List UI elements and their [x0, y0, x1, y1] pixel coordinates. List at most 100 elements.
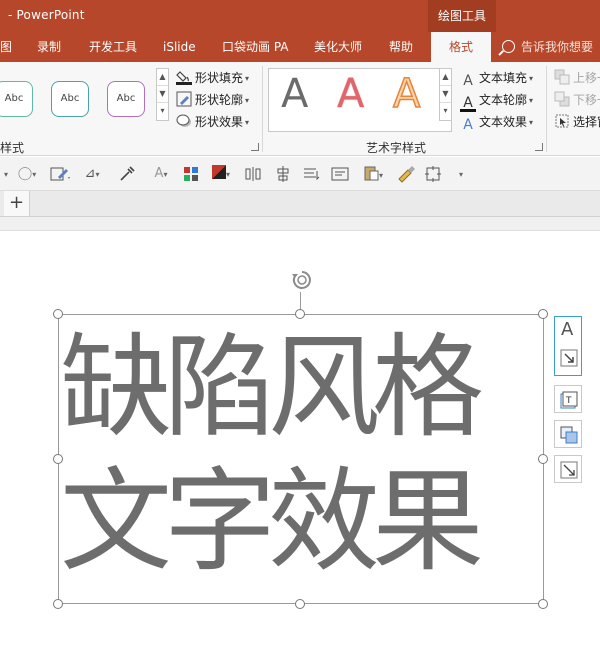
shape-outline-label: 形状轮廓	[195, 93, 244, 107]
tell-me-box[interactable]: 告诉我你想要	[502, 32, 593, 62]
slide-tab-strip: +	[0, 191, 600, 217]
wordart-more-arrow[interactable]: ▾	[440, 103, 451, 120]
shape-effects-icon	[176, 114, 191, 127]
merge-shapes-icon[interactable]: ◯▾	[12, 165, 42, 183]
align-center-icon[interactable]	[274, 165, 292, 183]
powerpoint-window: - PowerPoint 绘图工具 图 录制 开发工具 iSlide 口袋动画 …	[0, 0, 600, 656]
eyedropper-icon[interactable]	[118, 165, 136, 183]
toolbar-caret-icon[interactable]: ▾	[0, 165, 12, 183]
text-fill-button[interactable]: A 文本填充 ▾	[460, 68, 533, 89]
shape-style-thumb-1[interactable]: Abc	[0, 81, 33, 117]
shape-effects-button[interactable]: 形状效果 ▾	[176, 112, 249, 132]
customize-toolbar-icon[interactable]: ▾	[454, 165, 468, 183]
resize-handle-top-right[interactable]	[538, 309, 548, 319]
text-outline-label: 文本轮廓	[479, 93, 528, 107]
text-fill-label: 文本填充	[479, 71, 528, 85]
slide-text-line-2[interactable]: 文字效果	[60, 466, 540, 578]
resize-handle-left[interactable]	[53, 454, 63, 464]
bring-forward-button[interactable]: 上移一	[554, 68, 600, 88]
gallery-more-arrow[interactable]: ▾	[157, 103, 168, 120]
wordart-style-orange[interactable]: A	[392, 70, 421, 118]
resize-handle-top[interactable]	[295, 309, 305, 319]
text-effects-button[interactable]: A 文本效果 ▾	[460, 112, 533, 133]
wordart-style-gray[interactable]: A	[281, 71, 308, 117]
tab-help[interactable]: 帮助	[389, 32, 413, 62]
quick-toolbar: ▾ ◯▾ ⊿▾ A▾ ▾ ▾ ▾	[0, 157, 600, 191]
gallery-up-arrow[interactable]: ▲	[157, 69, 168, 86]
shape-styles-launcher-icon[interactable]	[251, 143, 259, 151]
color-fill-icon[interactable]: ▾	[206, 165, 236, 183]
layout-options-button[interactable]: A	[554, 316, 582, 376]
wordart-down-arrow[interactable]: ▼	[440, 86, 451, 103]
crop-resize-button[interactable]	[554, 455, 582, 483]
shape-styles-group-label: 样式	[0, 141, 25, 155]
tab-picture[interactable]: 图	[0, 32, 12, 62]
rotate-stem	[300, 292, 301, 310]
search-icon	[502, 40, 515, 53]
tell-me-text: 告诉我你想要	[521, 40, 594, 54]
tab-beautify-master[interactable]: 美化大师	[314, 32, 362, 62]
ribbon-format: Abc Abc Abc ▲ ▼ ▾ 形状填充 ▾ 形状轮廓 ▾ 形状效果 ▾ 样式 A…	[0, 62, 600, 156]
shape-fill-label: 形状填充	[195, 71, 244, 85]
title-bar: - PowerPoint 绘图工具	[0, 0, 600, 32]
text-box-icon[interactable]	[330, 165, 350, 183]
ruler-area	[0, 217, 600, 231]
slide-text-line-1[interactable]: 缺陷风格	[60, 332, 540, 444]
resize-handle-bottom-left[interactable]	[53, 599, 63, 609]
wordart-gallery: A A A	[268, 68, 452, 132]
resize-handle-top-left[interactable]	[53, 309, 63, 319]
paste-icon[interactable]: ▾	[358, 165, 388, 183]
send-backward-button[interactable]: 下移一	[554, 90, 600, 110]
text-effects-icon: A	[463, 117, 473, 133]
svg-text:T: T	[565, 396, 572, 406]
tab-record[interactable]: 录制	[37, 32, 61, 62]
rotate-handle-icon[interactable]	[290, 268, 314, 292]
shape-style-thumb-3[interactable]: Abc	[107, 81, 145, 117]
text-fill-icon: A	[463, 73, 473, 89]
wordart-style-red[interactable]: A	[337, 71, 364, 117]
shape-style-thumb-2[interactable]: Abc	[51, 81, 89, 117]
drawing-tools-context-label: 绘图工具	[428, 0, 496, 32]
wordart-styles-launcher-icon[interactable]	[535, 143, 543, 151]
text-style-a-icon: A	[561, 319, 574, 340]
send-backward-label: 下移一	[573, 93, 600, 107]
distribute-icon[interactable]	[244, 165, 262, 183]
resize-handle-bottom-right[interactable]	[538, 599, 548, 609]
selection-pane-label: 选择窗	[573, 115, 600, 129]
resize-arrow-icon	[560, 349, 578, 367]
tab-pocket-animation[interactable]: 口袋动画 PA	[222, 32, 289, 62]
color-grid-icon[interactable]	[182, 165, 200, 183]
shape-effects-label: 形状效果	[195, 115, 244, 129]
text-effects-label: 文本效果	[479, 115, 528, 129]
crop-frame-icon[interactable]	[424, 165, 442, 183]
text-a-icon[interactable]: A▾	[148, 165, 174, 183]
tab-islide[interactable]: iSlide	[163, 32, 196, 62]
text-frame-icon: T	[560, 391, 578, 409]
group-divider	[546, 66, 547, 152]
edit-shape-icon[interactable]	[50, 165, 72, 183]
ribbon-tabs: 图 录制 开发工具 iSlide 口袋动画 PA 美化大师 帮助 格式 告诉我你…	[0, 32, 600, 62]
format-painter-icon[interactable]	[396, 165, 416, 183]
send-backward-icon	[554, 91, 570, 107]
selection-pane-icon	[555, 114, 569, 128]
bring-forward-label: 上移一	[573, 71, 600, 85]
text-outline-button[interactable]: A 文本轮廓 ▾	[460, 90, 533, 112]
group-divider	[262, 66, 263, 152]
wordart-up-arrow[interactable]: ▲	[440, 69, 451, 86]
tab-developer[interactable]: 开发工具	[89, 32, 137, 62]
diagonal-resize-icon	[560, 461, 578, 479]
shape-fill-button[interactable]: 形状填充 ▾	[176, 68, 249, 88]
gallery-down-arrow[interactable]: ▼	[157, 86, 168, 103]
align-icon[interactable]: ⊿▾	[80, 165, 104, 183]
tab-format[interactable]: 格式	[431, 32, 491, 62]
arrange-objects-button[interactable]	[554, 420, 582, 448]
selection-pane-button[interactable]: 选择窗	[554, 112, 600, 132]
bring-forward-icon	[554, 69, 570, 85]
add-tab-button[interactable]: +	[4, 191, 30, 216]
text-outline-icon: A	[460, 96, 476, 112]
text-box-style-button[interactable]: T	[554, 385, 582, 413]
shape-outline-button[interactable]: 形状轮廓 ▾	[176, 90, 249, 110]
resize-handle-bottom[interactable]	[295, 599, 305, 609]
resize-handle-right[interactable]	[538, 454, 548, 464]
text-direction-icon[interactable]	[302, 165, 320, 183]
